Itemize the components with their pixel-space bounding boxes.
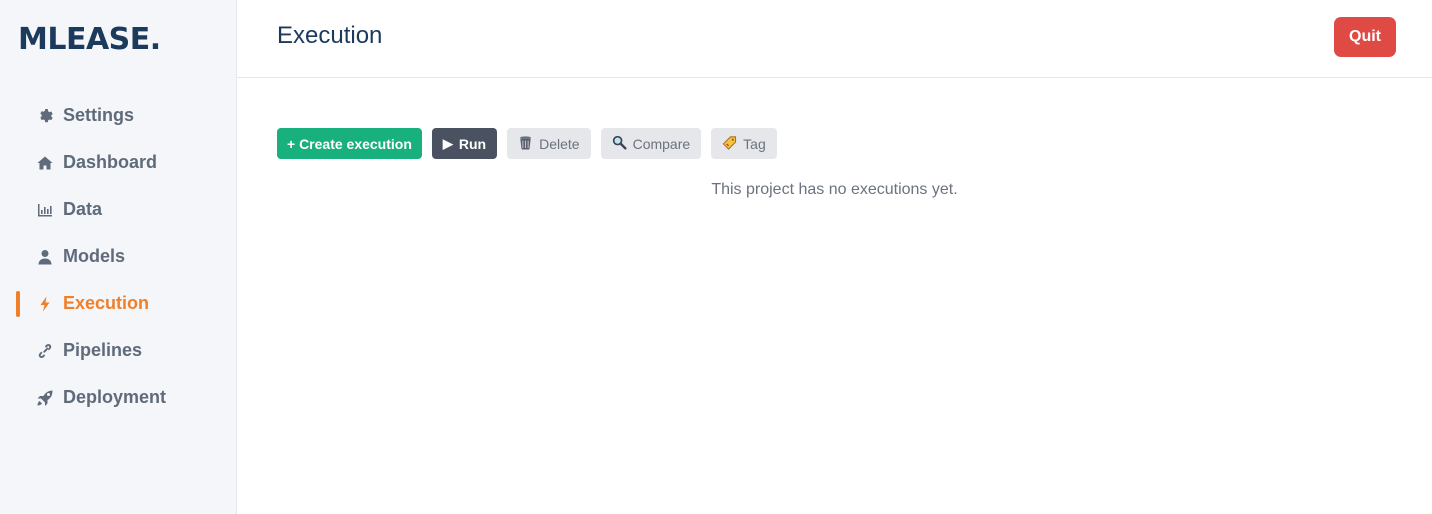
sidebar-item-label: Execution — [63, 293, 150, 313]
compare-button[interactable]: Compare — [600, 128, 702, 159]
tag-label: Tag — [743, 135, 766, 152]
quit-button[interactable]: Quit — [1334, 17, 1396, 57]
sidebar-item-pipelines[interactable]: Pipelines — [0, 327, 236, 374]
sidebar-item-data[interactable]: Data — [0, 186, 236, 233]
page-title: Execution — [277, 22, 383, 49]
sidebar-item-deployment[interactable]: Deployment — [0, 374, 236, 421]
create-execution-label: + Create execution — [287, 135, 412, 152]
app-logo: MLEASE. — [18, 22, 161, 57]
create-execution-button[interactable]: + Create execution — [277, 128, 422, 159]
sidebar-item-settings[interactable]: Settings — [0, 92, 236, 139]
play-icon: ▶ — [442, 136, 453, 151]
sidebar-item-label: Dashboard — [63, 152, 158, 172]
user-icon — [36, 248, 53, 265]
home-icon — [36, 154, 53, 171]
tag-button[interactable]: Tag — [711, 128, 777, 159]
magnifier-icon — [612, 135, 627, 153]
page-header: Execution Quit — [237, 0, 1432, 78]
sidebar-item-label: Settings — [63, 105, 135, 125]
sidebar: MLEASE. Settings Dashboard Data Models E… — [0, 0, 237, 514]
sidebar-nav: Settings Dashboard Data Models Execution — [0, 92, 236, 421]
run-label: Run — [458, 135, 487, 152]
tag-icon — [722, 135, 737, 153]
gear-icon — [36, 107, 53, 124]
sidebar-item-dashboard[interactable]: Dashboard — [0, 139, 236, 186]
bar-chart-icon — [36, 201, 53, 218]
execution-toolbar: + Create execution ▶ Run Delete Compare … — [277, 128, 777, 159]
link-icon — [36, 342, 53, 359]
sidebar-item-models[interactable]: Models — [0, 233, 236, 280]
delete-button[interactable]: Delete — [507, 128, 591, 159]
run-button[interactable]: ▶ Run — [431, 128, 498, 159]
trash-icon — [518, 135, 533, 153]
empty-state-message: This project has no executions yet. — [711, 181, 958, 198]
rocket-icon — [36, 389, 53, 406]
sidebar-item-label: Pipelines — [63, 340, 143, 360]
sidebar-item-label: Models — [63, 246, 126, 266]
compare-label: Compare — [632, 135, 691, 152]
delete-label: Delete — [539, 135, 580, 152]
bolt-icon — [36, 295, 53, 312]
sidebar-item-execution[interactable]: Execution — [0, 280, 236, 327]
sidebar-item-label: Deployment — [63, 387, 167, 407]
sidebar-item-label: Data — [63, 199, 103, 219]
